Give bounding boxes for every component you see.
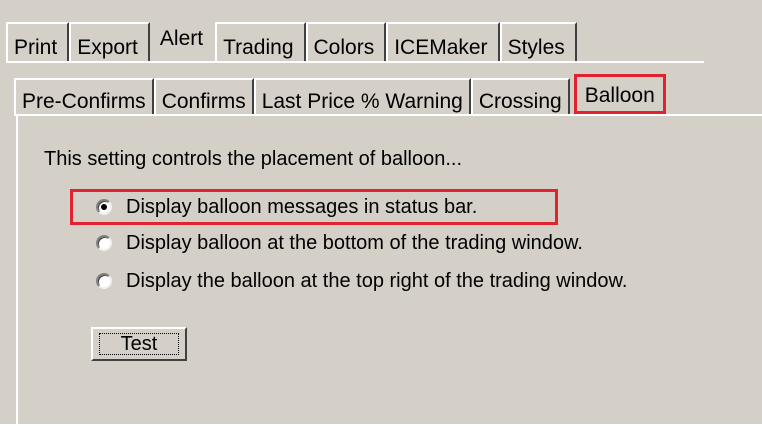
tab-colors[interactable]: Colors xyxy=(305,22,387,62)
tab-print[interactable]: Print xyxy=(6,22,70,62)
tab-styles[interactable]: Styles xyxy=(499,22,577,62)
tab-icemaker[interactable]: ICEMaker xyxy=(386,22,500,62)
tab-trading[interactable]: Trading xyxy=(215,22,306,62)
option-top-right-of-window-label: Display the balloon at the top right of … xyxy=(126,269,628,292)
alert-subtab-bar: Pre-Confirms Confirms Last Price % Warni… xyxy=(14,74,666,116)
settings-dialog: Print Export Alert Trading Colors ICEMak… xyxy=(0,0,762,426)
subtab-pre-confirms[interactable]: Pre-Confirms xyxy=(14,78,154,116)
subtab-balloon[interactable]: Balloon xyxy=(573,74,666,114)
tab-bar-divider xyxy=(6,61,704,63)
main-tab-bar: Print Export Alert Trading Colors ICEMak… xyxy=(6,16,577,62)
subtab-confirms[interactable]: Confirms xyxy=(153,78,254,116)
radio-status-bar[interactable] xyxy=(96,199,112,215)
tab-alert[interactable]: Alert xyxy=(150,16,215,62)
radio-selected-dot xyxy=(101,204,107,210)
option-status-bar[interactable]: Display balloon messages in status bar. xyxy=(96,194,477,220)
radio-top-right-of-window[interactable] xyxy=(96,273,112,289)
subtab-crossing[interactable]: Crossing xyxy=(470,78,570,116)
option-bottom-of-window[interactable]: Display balloon at the bottom of the tra… xyxy=(96,230,583,256)
option-bottom-of-window-label: Display balloon at the bottom of the tra… xyxy=(126,231,583,254)
option-top-right-of-window[interactable]: Display the balloon at the top right of … xyxy=(96,268,627,294)
subtab-last-price-warning[interactable]: Last Price % Warning xyxy=(253,78,471,116)
balloon-setting-description: This setting controls the placement of b… xyxy=(44,148,463,170)
test-button[interactable]: Test xyxy=(91,327,187,361)
test-button-label: Test xyxy=(99,333,179,355)
option-status-bar-label: Display balloon messages in status bar. xyxy=(126,195,478,218)
tab-export[interactable]: Export xyxy=(69,22,150,62)
radio-bottom-of-window[interactable] xyxy=(96,235,112,251)
